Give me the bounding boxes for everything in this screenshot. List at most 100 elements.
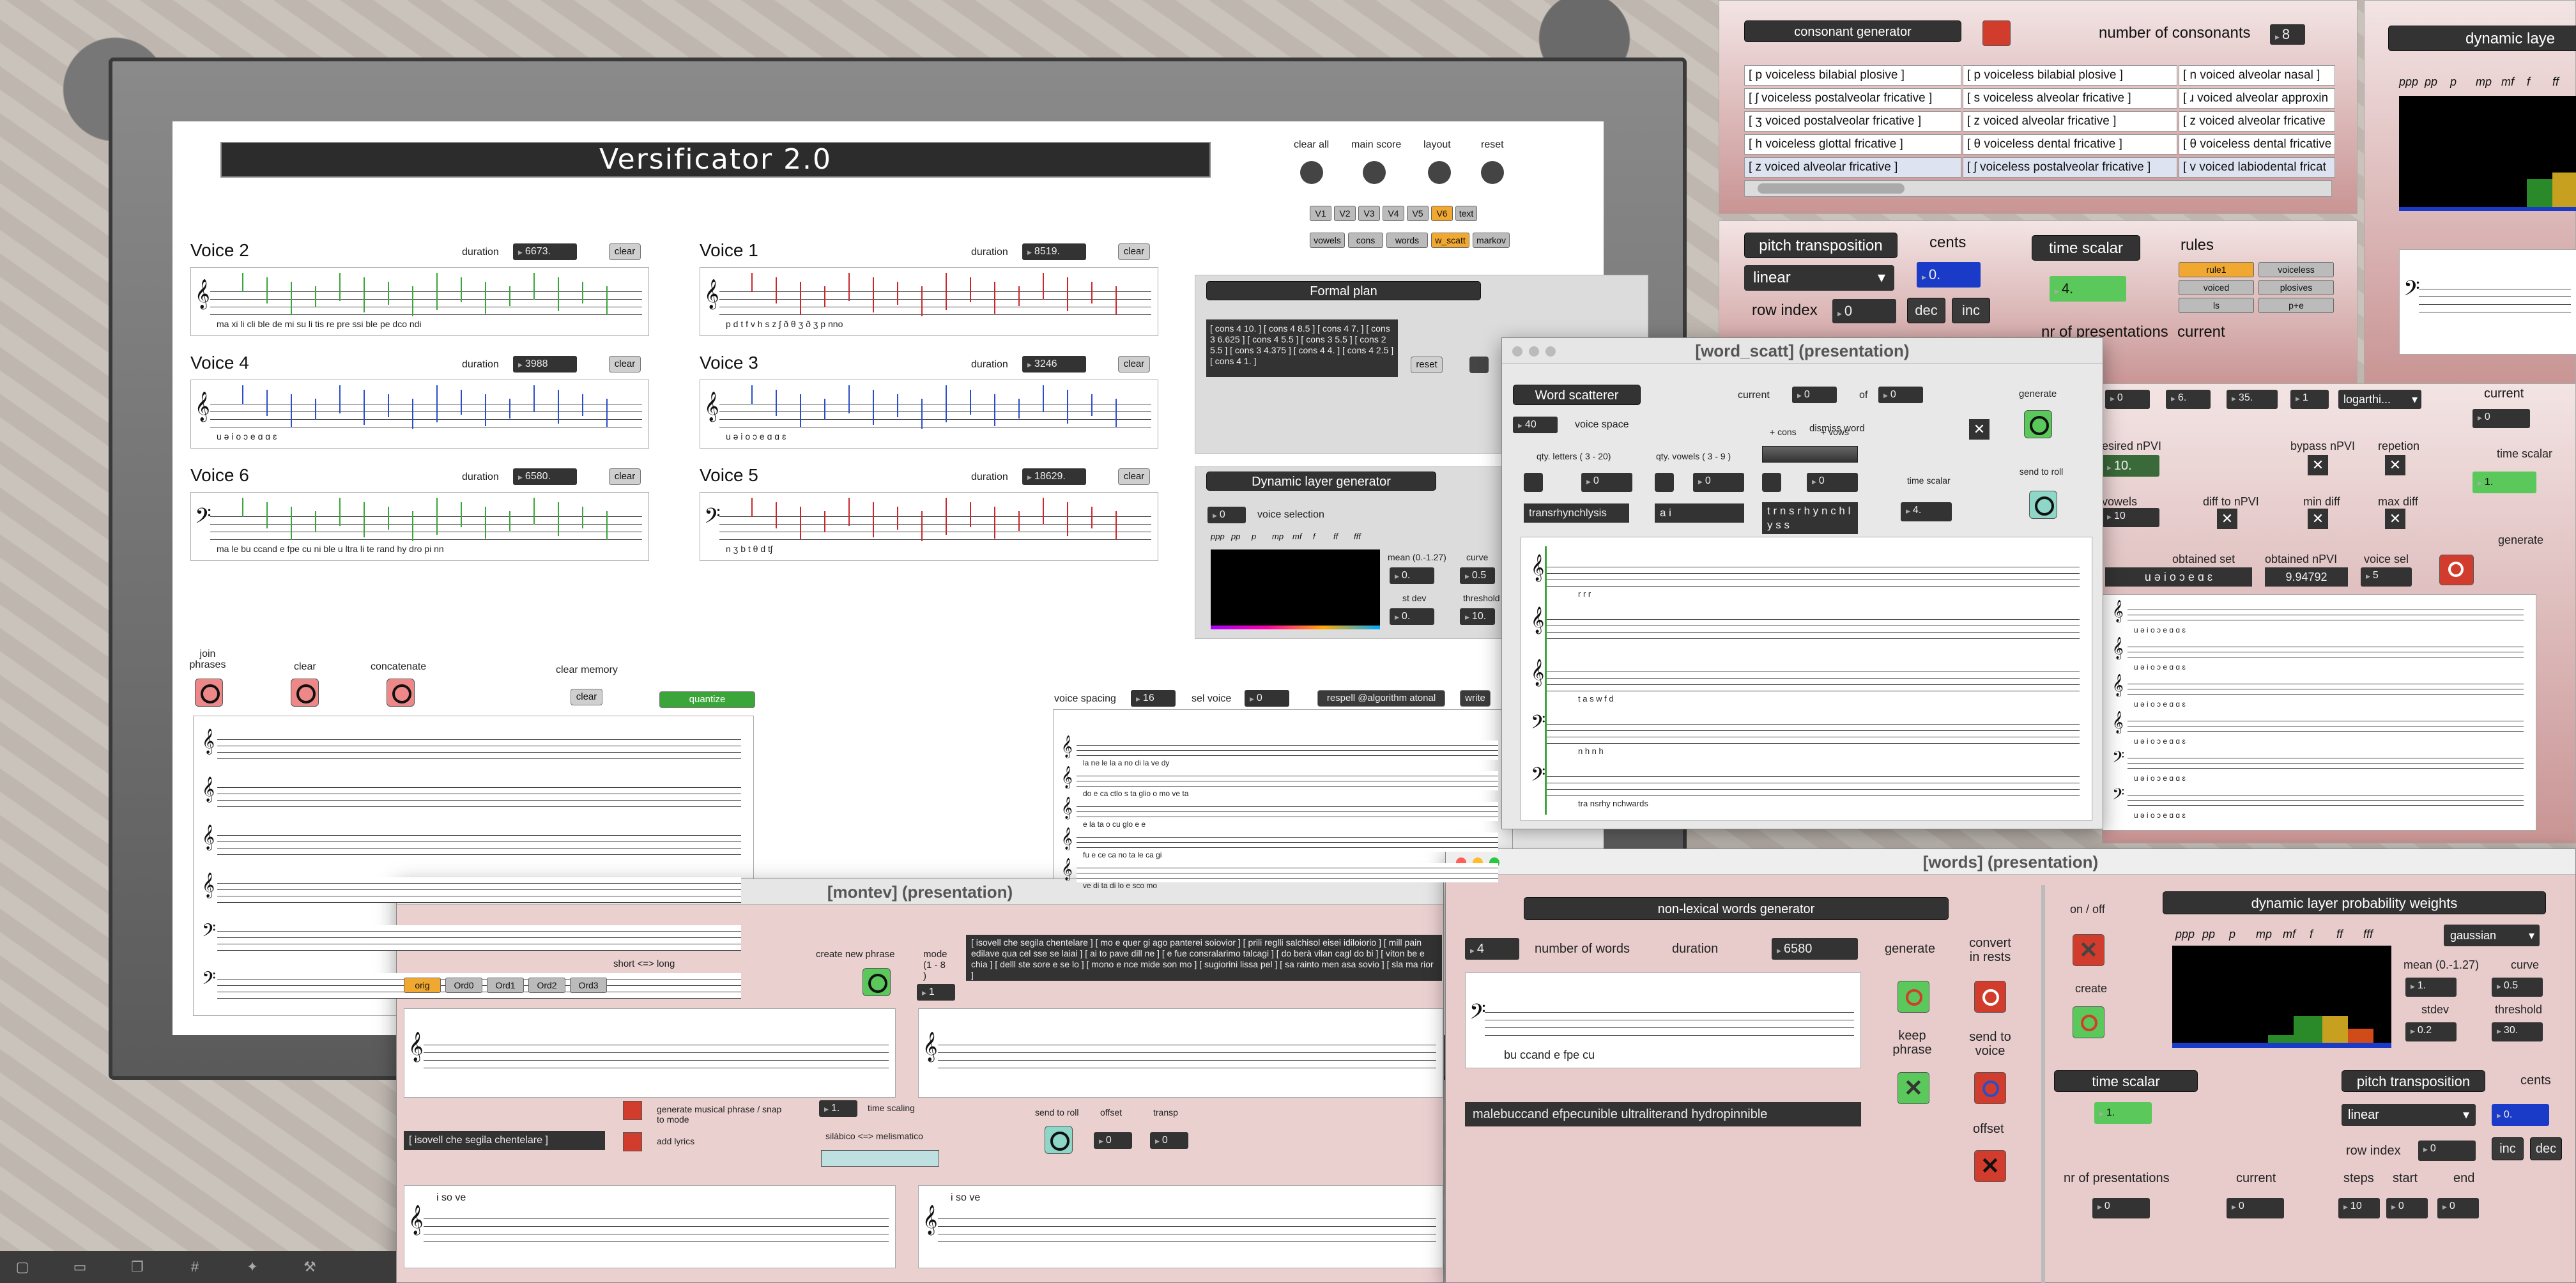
cons-toggle[interactable] — [1762, 473, 1781, 492]
formal-plan-toggle[interactable] — [1469, 357, 1489, 373]
cents-number[interactable]: 0. — [1917, 262, 1981, 288]
repetition-toggle[interactable]: ✕ — [2385, 455, 2405, 475]
transp-number[interactable]: 0 — [1150, 1132, 1188, 1149]
create-new-phrase-button[interactable] — [862, 968, 891, 996]
consonant-generate-button[interactable] — [1982, 20, 2011, 46]
number-of-words-number[interactable]: 4 — [1465, 938, 1519, 960]
montev-tab-ord0[interactable]: Ord0 — [445, 978, 482, 993]
min-diff-toggle[interactable]: ✕ — [2308, 509, 2328, 529]
w-nr-pres-number[interactable]: 0 — [2092, 1198, 2150, 1218]
offset-toggle[interactable]: ✕ — [1974, 1150, 2006, 1182]
distribution-dropdown[interactable]: gaussian ▾ — [2444, 925, 2540, 946]
qty-letters-number[interactable]: 0 — [1581, 473, 1632, 492]
consonant-cell[interactable]: [ s voiceless alveolar fricative ] — [1963, 88, 2177, 109]
voice-clear-button[interactable]: clear — [609, 243, 641, 260]
rule-tag-plosives[interactable]: plosives — [2258, 280, 2334, 295]
stdev-number[interactable]: 0. — [1390, 608, 1434, 625]
montev-tab-ord1[interactable]: Ord1 — [487, 978, 524, 993]
w-end-number[interactable]: 0 — [2437, 1198, 2479, 1218]
mode-number[interactable]: 1 — [917, 984, 955, 1001]
max-diff-toggle[interactable]: ✕ — [2385, 509, 2405, 529]
tool-icon[interactable]: ⚒ — [300, 1259, 319, 1275]
w-row-index-number[interactable]: 0 — [2418, 1141, 2476, 1161]
keep-phrase-toggle[interactable]: ✕ — [1897, 1072, 1929, 1104]
duration-number[interactable]: 18629. — [1022, 468, 1086, 485]
consonant-cell[interactable]: [ z voiced alveolar fricative ] — [1744, 157, 1961, 178]
voice-tab-v4[interactable]: V4 — [1383, 206, 1404, 221]
quantize-button[interactable]: quantize — [659, 691, 755, 708]
voice-space-number[interactable]: 40 — [1513, 417, 1558, 433]
voice-tab-text[interactable]: text — [1455, 206, 1477, 221]
qty-vowels-number[interactable]: 0 — [1693, 473, 1744, 492]
val-1[interactable]: 6. — [2166, 390, 2211, 409]
montev-tab-orig[interactable]: orig — [404, 978, 441, 993]
ws-current-number[interactable]: 0 — [1792, 387, 1837, 403]
dyn-weights-histogram[interactable] — [2172, 946, 2391, 1048]
silabico-slider[interactable] — [821, 1150, 939, 1167]
minimize-icon[interactable] — [1529, 346, 1539, 357]
mean-number[interactable]: 0. — [1390, 567, 1434, 584]
montev-staff-3[interactable]: 𝄞 i so ve — [404, 1185, 896, 1268]
consonant-cell[interactable]: [ θ voiceless dental fricative — [2179, 134, 2335, 155]
voice-clear-button[interactable]: clear — [609, 468, 641, 485]
w-stdev-number[interactable]: 0.2 — [2405, 1022, 2457, 1041]
window-icon[interactable]: ▢ — [13, 1259, 32, 1275]
generate-musical-phrase-toggle[interactable] — [623, 1101, 642, 1120]
consonant-cell[interactable]: [ h voiceless glottal fricative ] — [1744, 134, 1961, 155]
dynamic-right-histogram[interactable] — [2399, 96, 2576, 211]
consonant-cell[interactable]: [ ɹ voiced alveolar approxin — [2179, 88, 2335, 109]
row-index-number[interactable]: 0 — [1832, 299, 1896, 323]
qty-vowels-toggle[interactable] — [1655, 473, 1674, 492]
presentation-icon[interactable]: ▭ — [70, 1259, 89, 1275]
send-to-roll-button[interactable] — [2029, 491, 2057, 519]
respell-button[interactable]: respell @algorithm atonal — [1317, 690, 1445, 707]
desired-npvi-number[interactable]: 10. — [2102, 455, 2159, 477]
create-button[interactable] — [2073, 1006, 2104, 1038]
voice-staff[interactable]: 𝄞 p d t f v h s z ʃ ð θ ʒ ð ʒ p nno — [700, 267, 1158, 336]
add-lyrics-toggle[interactable] — [623, 1132, 642, 1151]
dec-button[interactable]: dec — [1907, 298, 1945, 323]
threshold-number[interactable]: 10. — [1460, 608, 1495, 625]
mode-tab-w_scatt[interactable]: w_scatt — [1431, 233, 1469, 248]
w-time-scalar-number[interactable]: 1. — [2094, 1102, 2152, 1124]
consonant-cell[interactable]: [ p voiceless bilabial plosive ] — [1744, 65, 1961, 86]
rule-tag-ls[interactable]: ls — [2179, 298, 2254, 313]
playhead[interactable] — [1545, 546, 1547, 815]
concatenate-button[interactable] — [387, 679, 415, 707]
clear-phrases-button[interactable] — [291, 679, 319, 707]
val-3[interactable]: 1 — [2290, 390, 2329, 409]
generate-button-right[interactable] — [2439, 555, 2474, 585]
voice-tab-v3[interactable]: V3 — [1358, 206, 1380, 221]
qty-letters-toggle[interactable] — [1524, 473, 1543, 492]
formal-plan-reset-button[interactable]: reset — [1411, 357, 1443, 373]
w-mean-number[interactable]: 1. — [2405, 978, 2457, 997]
w-linear-dropdown[interactable]: linear ▾ — [2342, 1104, 2476, 1126]
ws-slider[interactable] — [1762, 446, 1858, 463]
consonant-cell[interactable]: [ p voiceless bilabial plosive ] — [1963, 65, 2177, 86]
dismiss-word-toggle[interactable]: ✕ — [1969, 419, 1989, 440]
montev-tab-ord3[interactable]: Ord3 — [570, 978, 607, 993]
consonant-cell[interactable]: [ v voiced labiodental fricat — [2179, 157, 2335, 178]
linear-dropdown[interactable]: linear ▾ — [1744, 265, 1894, 291]
stack-icon[interactable]: ❐ — [128, 1259, 147, 1275]
bypass-npvi-toggle[interactable]: ✕ — [2308, 455, 2328, 475]
val-2[interactable]: 35. — [2227, 390, 2278, 409]
clear-all-button[interactable] — [1300, 161, 1323, 184]
time-scalar-number-right[interactable]: 1. — [2472, 472, 2536, 493]
consonant-cell[interactable]: [ n voiced alveolar nasal ] — [2179, 65, 2335, 86]
montev-send-to-roll-button[interactable] — [1045, 1126, 1073, 1154]
montev-staff-1[interactable]: 𝄞 — [404, 1008, 896, 1098]
ws-generate-button[interactable] — [2024, 410, 2052, 438]
consonant-cell[interactable]: [ z voiced alveolar fricative ] — [1963, 111, 2177, 132]
reset-button[interactable] — [1481, 161, 1504, 184]
log-dropdown[interactable]: logarthi... ▾ — [2338, 390, 2421, 409]
clear-memory-button[interactable]: clear — [571, 689, 602, 705]
convert-in-rests-button[interactable] — [1974, 981, 2006, 1013]
voice-sel-number[interactable]: 5 — [2361, 567, 2412, 587]
time-scalar-number[interactable]: 4. — [2050, 276, 2126, 302]
voice-clear-button[interactable]: clear — [1118, 356, 1150, 373]
duration-number-w[interactable]: 6580 — [1772, 938, 1858, 960]
consonant-cell[interactable]: [ ʃ voiceless postalveolar fricative ] — [1963, 157, 2177, 178]
words-staff[interactable]: 𝄢 bu ccand e fpe cu — [1465, 972, 1861, 1068]
consonant-cell[interactable]: [ ʃ voiceless postalveolar fricative ] — [1744, 88, 1961, 109]
